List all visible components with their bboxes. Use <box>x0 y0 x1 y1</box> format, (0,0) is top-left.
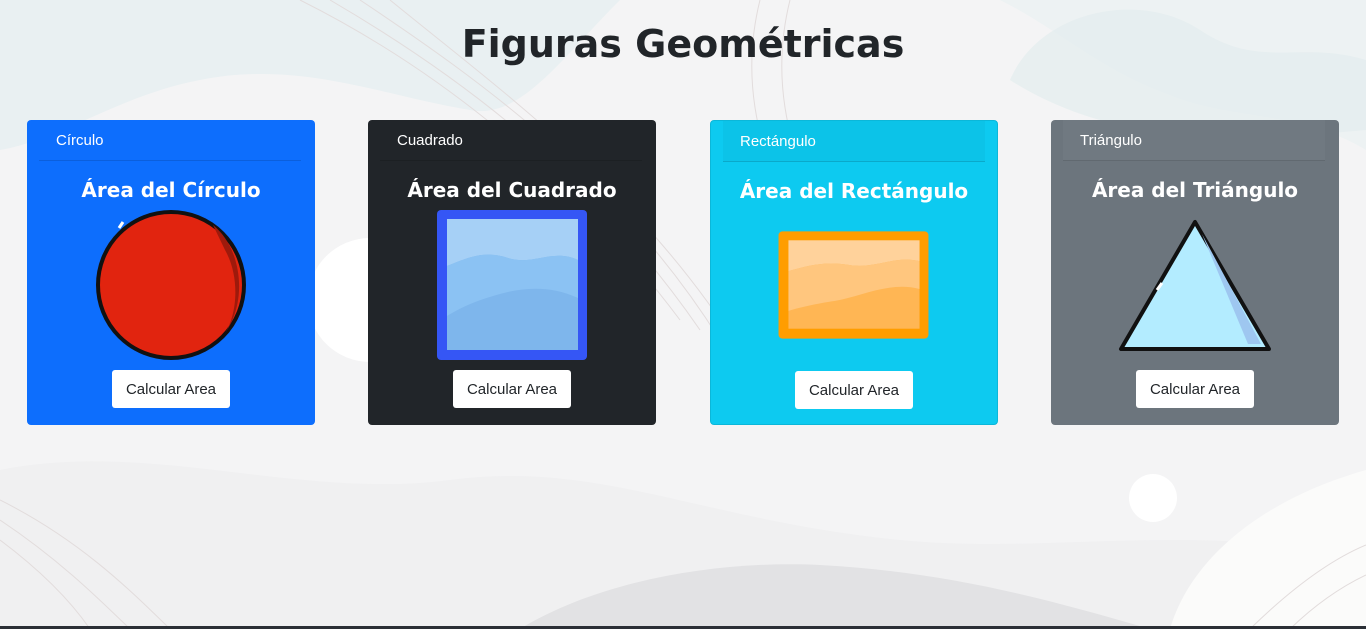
card-title-rectangle: Área del Rectángulo <box>739 179 969 203</box>
card-title-triangle: Área del Triángulo <box>1091 178 1299 202</box>
calculate-area-button-circle[interactable]: Calcular Area <box>112 370 230 408</box>
card-rectangle: Rectángulo Área del Rectángulo Calcular … <box>710 120 998 425</box>
page-title: Figuras Geométricas <box>461 22 905 66</box>
card-square: Cuadrado Área del Cuadrado Calcular Area <box>368 120 656 425</box>
blue-square-icon <box>437 210 587 360</box>
calculate-area-button-rectangle[interactable]: Calcular Area <box>795 371 913 409</box>
calculate-area-button-triangle[interactable]: Calcular Area <box>1136 370 1254 408</box>
red-circle-icon <box>96 210 246 360</box>
card-title-square: Área del Cuadrado <box>407 178 617 202</box>
card-header-triangle: Triángulo <box>1063 120 1325 161</box>
card-header-square: Cuadrado <box>380 120 642 161</box>
card-header-rectangle: Rectángulo <box>723 121 985 162</box>
card-circle: Círculo Área del Círculo Calcular Area <box>27 120 315 425</box>
card-title-circle: Área del Círculo <box>81 178 261 202</box>
card-header-circle: Círculo <box>39 120 301 161</box>
card-triangle: Triángulo Área del Triángulo Calcular Ar… <box>1051 120 1339 425</box>
orange-rectangle-icon <box>778 231 929 339</box>
blue-triangle-icon <box>1119 220 1271 351</box>
calculate-area-button-square[interactable]: Calcular Area <box>453 370 571 408</box>
